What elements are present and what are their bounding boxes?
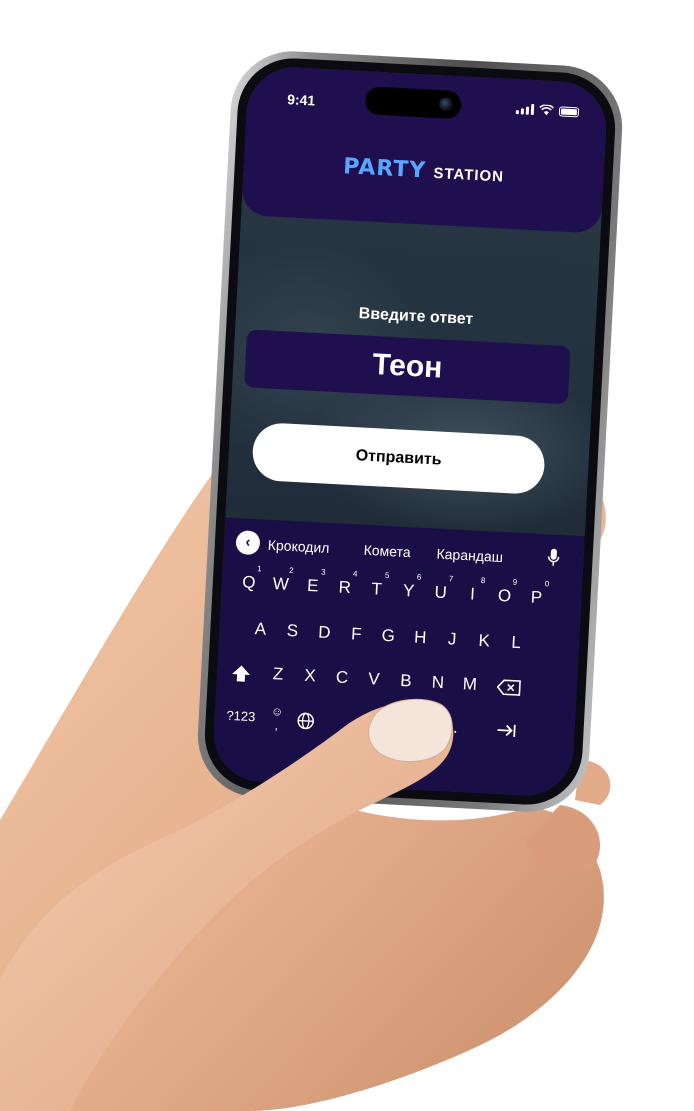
key-p[interactable]: P0 <box>523 579 551 614</box>
symbols-key[interactable]: ?123 <box>222 700 260 734</box>
emoji-comma-key[interactable]: ☺, <box>266 704 288 737</box>
key-w[interactable]: W2 <box>267 566 295 601</box>
back-nav-icon[interactable] <box>407 761 417 774</box>
key-e[interactable]: E3 <box>299 568 327 602</box>
key-row-4: ?123 ☺, . <box>214 699 575 750</box>
globe-icon[interactable] <box>296 711 315 730</box>
chevron-left-icon[interactable]: ‹ <box>235 530 261 556</box>
key-v[interactable]: V <box>360 663 388 696</box>
phone-screen: 9:41 PARTY STATION Введите ответ Теон От… <box>211 65 609 798</box>
backspace-icon[interactable] <box>496 679 521 696</box>
key-u[interactable]: U7 <box>427 574 455 609</box>
dynamic-island <box>364 86 462 120</box>
key-g[interactable]: G <box>374 619 402 652</box>
keyboard: ‹ Крокодил Комета Карандаш Q1 W2 E3 R4 T <box>211 517 585 798</box>
key-c[interactable]: C <box>328 661 356 694</box>
period-key[interactable]: . <box>442 711 470 744</box>
shift-icon[interactable] <box>231 664 252 683</box>
suggestion-1[interactable]: Крокодил <box>267 537 329 556</box>
key-i[interactable]: I8 <box>459 576 487 611</box>
signal-icon <box>515 103 535 116</box>
status-icons <box>515 103 580 117</box>
key-y[interactable]: Y6 <box>395 573 423 607</box>
key-d[interactable]: D <box>311 616 339 649</box>
key-r[interactable]: R4 <box>331 569 359 604</box>
wifi-icon <box>539 104 554 116</box>
mic-icon[interactable] <box>547 548 560 567</box>
emoji-icon: ☺ <box>270 704 284 719</box>
phone-frame: 9:41 PARTY STATION Введите ответ Теон От… <box>194 48 626 815</box>
camera-icon <box>438 97 454 112</box>
key-row-3: Z X C V B N M <box>216 655 577 706</box>
battery-icon <box>558 105 580 117</box>
key-l[interactable]: L <box>502 626 530 659</box>
key-f[interactable]: F <box>342 618 370 651</box>
key-x[interactable]: X <box>296 659 324 692</box>
status-time: 9:41 <box>286 91 316 109</box>
key-m[interactable]: M <box>456 668 484 701</box>
tab-arrow-icon[interactable] <box>496 723 517 738</box>
key-q[interactable]: Q1 <box>235 564 263 599</box>
suggestion-3[interactable]: Карандаш <box>436 546 503 565</box>
logo-party-text: PARTY <box>342 154 427 184</box>
key-z[interactable]: Z <box>264 658 292 691</box>
key-n[interactable]: N <box>424 666 452 699</box>
key-j[interactable]: J <box>438 623 466 656</box>
phone-bezel: 9:41 PARTY STATION Введите ответ Теон От… <box>202 55 618 808</box>
key-h[interactable]: H <box>406 621 434 654</box>
key-k[interactable]: K <box>470 625 498 658</box>
key-s[interactable]: S <box>279 614 307 647</box>
key-a[interactable]: A <box>247 613 275 646</box>
key-b[interactable]: B <box>392 664 420 697</box>
logo-station-text: STATION <box>433 164 505 186</box>
key-row-2: A S D F G H J K L <box>219 611 580 662</box>
key-o[interactable]: O9 <box>491 578 519 613</box>
suggestion-2[interactable]: Комета <box>363 542 411 560</box>
key-t[interactable]: T5 <box>363 571 391 606</box>
